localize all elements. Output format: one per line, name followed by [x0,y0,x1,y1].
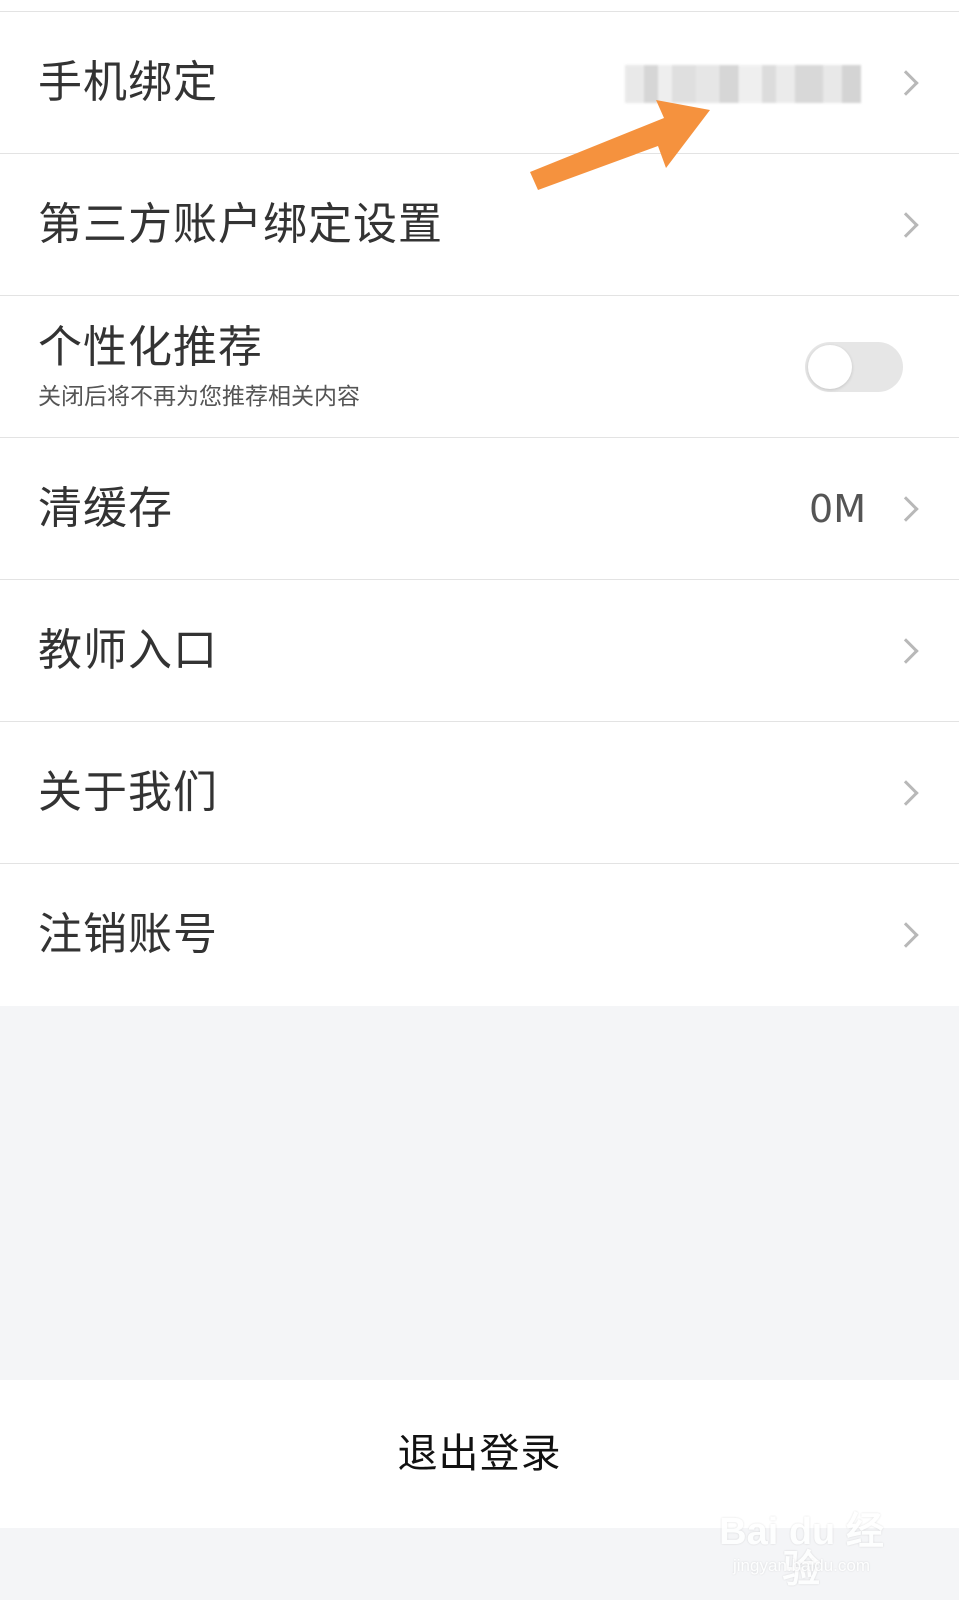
watermark-brand: Bai du 经验 [719,1511,884,1591]
chevron-right-icon [893,495,919,522]
watermark-url: jingyan.baidu.com [732,1556,871,1575]
row-title: 手机绑定 [38,56,218,108]
toggle-knob [808,345,852,389]
settings-list: 手机绑定 第三方账户绑定设置 个性化推荐 关闭后将不再为您推荐相关内容 清缓存 … [0,0,959,1006]
row-clear-cache[interactable]: 清缓存 0M [0,438,959,580]
chevron-right-icon [893,779,919,806]
chevron-right-icon [893,637,919,664]
row-third-party-binding[interactable]: 第三方账户绑定设置 [0,154,959,296]
row-about-us[interactable]: 关于我们 [0,722,959,864]
row-title: 个性化推荐 [38,322,263,373]
row-cancel-account[interactable]: 注销账号 [0,864,959,1006]
row-phone-binding[interactable]: 手机绑定 [0,12,959,154]
chevron-right-icon [893,922,919,948]
row-title: 注销账号 [38,909,218,960]
baidu-jingyan-watermark: Bai du 经验 jingyan.baidu.com [714,1495,889,1589]
row-title: 清缓存 [38,482,173,534]
cache-size-value: 0M [809,486,866,531]
row-title: 第三方账户绑定设置 [38,198,443,250]
chevron-right-icon [893,211,919,238]
annotation-arrow-icon [530,100,710,190]
chevron-right-icon [893,69,919,96]
row-personalized-recommendation: 个性化推荐 关闭后将不再为您推荐相关内容 [0,296,959,438]
row-title: 教师入口 [38,624,218,676]
row-subtitle: 关闭后将不再为您推荐相关内容 [38,384,360,410]
row-teacher-entry[interactable]: 教师入口 [0,580,959,722]
logout-label: 退出登录 [397,1431,562,1477]
row-title: 关于我们 [38,766,218,818]
recommendation-toggle[interactable] [805,342,903,392]
top-divider [0,0,959,12]
